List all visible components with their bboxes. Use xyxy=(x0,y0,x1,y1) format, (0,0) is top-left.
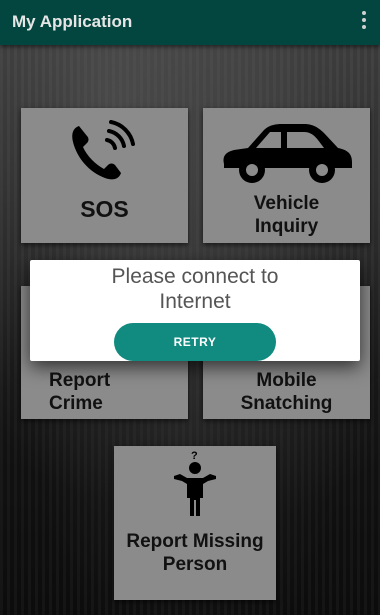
vehicle-inquiry-label: Vehicle Inquiry xyxy=(253,193,320,237)
app-title: My Application xyxy=(12,12,133,31)
more-vert-icon[interactable] xyxy=(361,11,367,33)
dialog-message: Please connect to Internet xyxy=(111,265,279,313)
mobile-snatching-label: Mobile Snatching xyxy=(240,370,333,414)
sos-label: SOS xyxy=(80,196,129,222)
report-crime-label: Report Crime xyxy=(49,370,111,414)
car-icon xyxy=(223,124,352,183)
report-missing-person-tile[interactable]: ? Report Missing Person xyxy=(114,446,276,600)
vehicle-inquiry-tile[interactable]: Vehicle Inquiry xyxy=(203,108,370,243)
phone-ringing-icon xyxy=(72,120,135,180)
svg-text:?: ? xyxy=(191,450,198,462)
app-bar: My Application xyxy=(0,0,380,45)
person-question-icon: ? xyxy=(174,450,216,516)
no-internet-dialog: Please connect to Internet RETRY xyxy=(30,260,360,361)
retry-button[interactable]: RETRY xyxy=(114,323,276,361)
report-missing-person-label: Report Missing Person xyxy=(126,531,264,575)
sos-tile[interactable]: SOS xyxy=(21,108,188,243)
